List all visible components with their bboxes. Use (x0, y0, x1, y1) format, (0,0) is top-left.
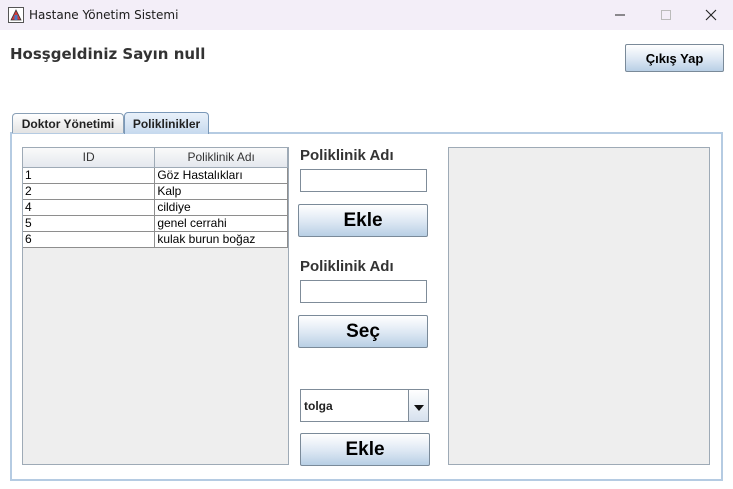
table-cell-name[interactable]: kulak burun boğaz (154, 230, 288, 248)
maximize-icon (660, 6, 672, 25)
column-header-id[interactable]: ID (23, 148, 156, 168)
select-poliklinik-label: Poliklinik Adı (300, 258, 394, 275)
table-cell-id[interactable]: 2 (23, 182, 156, 200)
window-title: Hastane Yönetim Sistemi (29, 8, 179, 22)
doctor-select-toggle[interactable] (408, 389, 429, 422)
add-poliklinik-input[interactable] (300, 169, 427, 192)
table-cell-name[interactable]: genel cerrahi (154, 214, 288, 232)
minimize-icon (614, 6, 626, 25)
close-icon (705, 6, 717, 25)
table-row[interactable]: 5 genel cerrahi (23, 214, 288, 232)
tab-doktor-yonetimi[interactable]: Doktor Yönetimi (12, 113, 124, 133)
maximize-button[interactable] (643, 0, 689, 30)
logout-button[interactable]: Çıkış Yap (625, 44, 724, 72)
table-row[interactable]: 1 Göz Hastalıkları (23, 166, 288, 184)
select-poliklinik-button[interactable]: Seç (298, 315, 428, 348)
table-cell-name[interactable]: Kalp (154, 182, 288, 200)
assign-doctor-button[interactable]: Ekle (300, 433, 430, 466)
doctor-select[interactable]: tolga (300, 389, 429, 422)
table-row[interactable]: 6 kulak burun boğaz (23, 230, 288, 248)
table-header-row: ID Poliklinik Adı (23, 148, 288, 168)
table-cell-id[interactable]: 4 (23, 198, 156, 216)
table-row[interactable]: 4 cildiye (23, 198, 288, 216)
chevron-down-icon (413, 396, 424, 415)
select-poliklinik-input[interactable] (300, 280, 427, 303)
minimize-button[interactable] (597, 0, 643, 30)
app-icon (8, 7, 24, 23)
tab-poliklinikler[interactable]: Poliklinikler (124, 112, 209, 134)
table-row[interactable]: 2 Kalp (23, 182, 288, 200)
column-header-poliklinik-adi[interactable]: Poliklinik Adı (154, 148, 288, 168)
doctor-select-value: tolga (304, 399, 333, 413)
table-cell-id[interactable]: 1 (23, 166, 156, 184)
doctor-list-panel[interactable] (448, 147, 710, 465)
table-cell-id[interactable]: 6 (23, 230, 156, 248)
welcome-label: Hosşgeldiniz Sayın null (10, 45, 206, 63)
table-cell-id[interactable]: 5 (23, 214, 156, 232)
table-cell-name[interactable]: cildiye (154, 198, 288, 216)
add-poliklinik-label: Poliklinik Adı (300, 147, 394, 164)
poliklinik-table[interactable]: ID Poliklinik Adı 1 Göz Hastalıkları 2 K… (23, 148, 288, 248)
table-cell-name[interactable]: Göz Hastalıkları (154, 166, 288, 184)
poliklinik-table-scroll[interactable]: ID Poliklinik Adı 1 Göz Hastalıkları 2 K… (22, 147, 289, 465)
close-button[interactable] (688, 0, 733, 30)
add-poliklinik-button[interactable]: Ekle (298, 204, 428, 237)
